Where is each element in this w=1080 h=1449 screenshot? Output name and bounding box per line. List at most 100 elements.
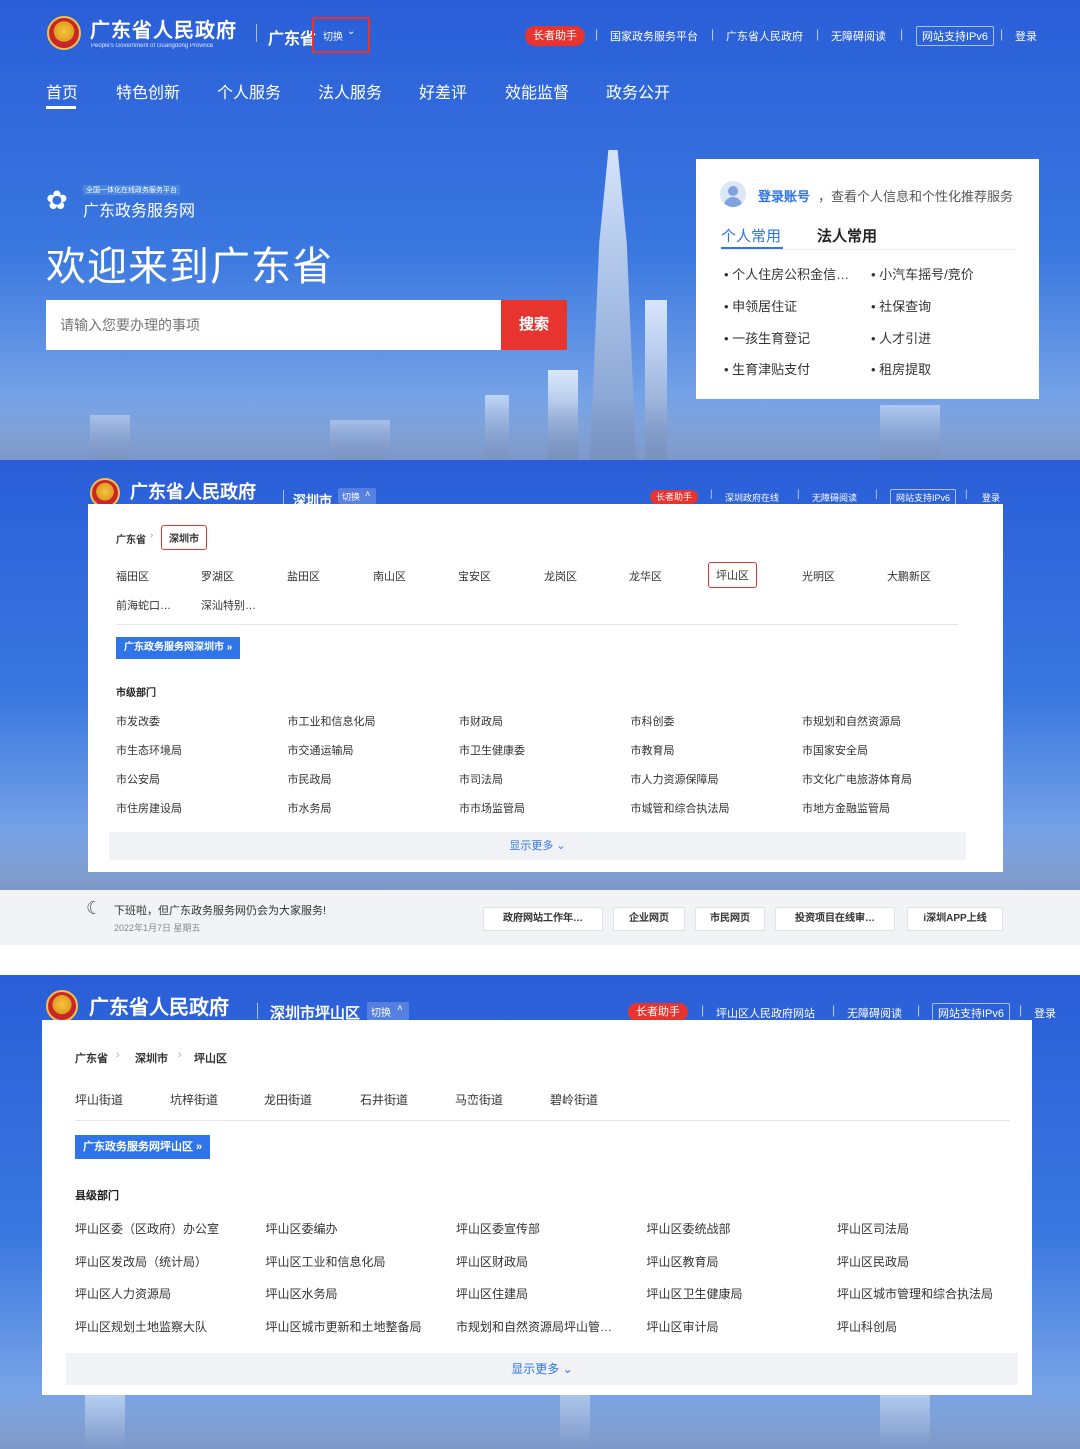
accessibility-link[interactable]: 无障碍阅读 [831,28,886,44]
dept-item[interactable]: 坪山区住建局 [456,1285,528,1302]
dept-item[interactable]: 市卫生健康委 [459,742,525,758]
province-gov-link[interactable]: 广东省人民政府 [726,28,803,44]
dept-item[interactable]: 坪山区委统战部 [647,1220,731,1237]
dept-item[interactable]: 坪山区人力资源局 [75,1285,171,1302]
nav-home[interactable]: 首页 [46,79,78,103]
login-link[interactable]: 登录 [982,491,1000,504]
search-input[interactable] [46,300,501,350]
dept-item[interactable]: 坪山区教育局 [647,1253,719,1270]
street-item[interactable]: 坑梓街道 [170,1091,218,1108]
accessibility-link[interactable]: 无障碍阅读 [812,491,857,504]
dept-item[interactable]: 坪山区民政局 [837,1253,909,1270]
switch-region-button[interactable]: 切换 ˄ [367,1002,409,1020]
service-item[interactable]: • 生育津贴支付 [724,359,810,378]
district-item[interactable]: 深汕特别… [201,597,256,613]
nav-features[interactable]: 特色创新 [116,79,180,103]
switch-region-button[interactable]: 切换 ⌄ [312,17,370,53]
show-more-button[interactable]: 显示更多 ⌄ [109,832,966,860]
dept-item[interactable]: 市民政局 [288,771,332,787]
dept-item[interactable]: 市公安局 [116,771,160,787]
street-item[interactable]: 龙田街道 [264,1091,312,1108]
dept-item[interactable]: 市水务局 [288,800,332,816]
login-account-link[interactable]: 登录账号 [758,186,810,205]
accessibility-link[interactable]: 无障碍阅读 [847,1005,902,1021]
breadcrumb-city[interactable]: 深圳市 [161,525,207,550]
quick-link[interactable]: 政府网站工作年… [483,907,603,931]
district-item[interactable]: 龙岗区 [544,568,577,584]
nav-legal[interactable]: 法人服务 [318,79,382,103]
dept-item[interactable]: 市交通运输局 [288,742,354,758]
service-item[interactable]: • 小汽车摇号/竞价 [871,264,974,283]
dept-item[interactable]: 市规划和自然资源局 [802,713,901,729]
dept-item[interactable]: 坪山区卫生健康局 [647,1285,743,1302]
national-platform-link[interactable]: 国家政务服务平台 [610,28,698,44]
search-button[interactable]: 搜索 [501,300,567,350]
sz-gov-link[interactable]: 深圳政府在线 [725,491,779,504]
district-item[interactable]: 罗湖区 [201,568,234,584]
dept-item[interactable]: 坪山区司法局 [837,1220,909,1237]
quick-link[interactable]: 市民网页 [695,907,765,931]
street-item[interactable]: 马峦街道 [455,1091,503,1108]
login-link[interactable]: 登录 [1015,28,1037,44]
dept-item[interactable]: 市科创委 [631,713,675,729]
nav-supervision[interactable]: 效能监督 [505,79,569,103]
district-item[interactable]: 光明区 [802,568,835,584]
dept-item[interactable]: 市人力资源保障局 [631,771,719,787]
dept-item[interactable]: 坪山区规划土地监察大队 [75,1318,207,1335]
pingshan-gov-link[interactable]: 坪山区人民政府网站 [716,1005,815,1021]
dept-item[interactable]: 市财政局 [459,713,503,729]
nav-rating[interactable]: 好差评 [419,79,467,103]
site-brand[interactable]: 广东省人民政府 [90,14,237,43]
service-item[interactable]: • 租房提取 [871,359,931,378]
dept-item[interactable]: 市地方金融监管局 [802,800,890,816]
dept-item[interactable]: 坪山区审计局 [647,1318,719,1335]
portal-button[interactable]: 广东政务服务网深圳市 » [116,637,241,659]
dept-item[interactable]: 市国家安全局 [802,742,868,758]
breadcrumb-city[interactable]: 深圳市 [135,1050,168,1066]
dept-item[interactable]: 市教育局 [631,742,675,758]
dept-item[interactable]: 坪山区委编办 [266,1220,338,1237]
tab-personal[interactable]: 个人常用 [721,225,781,246]
district-item-selected[interactable]: 坪山区 [708,562,757,588]
dept-item[interactable]: 市城管和综合执法局 [631,800,730,816]
street-item[interactable]: 坪山街道 [75,1091,123,1108]
dept-item[interactable]: 坪山区工业和信息化局 [266,1253,386,1270]
quick-link[interactable]: 企业网页 [613,907,685,931]
show-more-button[interactable]: 显示更多 ⌄ [66,1353,1018,1385]
dept-item[interactable]: 市发改委 [116,713,160,729]
dept-item[interactable]: 市司法局 [459,771,503,787]
district-item[interactable]: 大鹏新区 [887,568,931,584]
site-brand[interactable]: 广东省人民政府 [130,478,256,504]
portal-button[interactable]: 广东政务服务网坪山区 » [75,1135,211,1159]
elder-assistant-button[interactable]: 长者助手 [628,1003,688,1021]
switch-region-button[interactable]: 切换 ˄ [338,488,376,504]
dept-item[interactable]: 市规划和自然资源局坪山管… [456,1318,612,1335]
ipv6-badge[interactable]: 网站支持IPv6 [916,26,995,46]
service-item[interactable]: • 个人住房公积金信… [724,264,849,283]
tab-legal[interactable]: 法人常用 [817,225,877,246]
district-item[interactable]: 盐田区 [287,568,320,584]
quick-link[interactable]: i深圳APP上线 [907,907,1003,931]
service-item[interactable]: • 人才引进 [871,328,931,347]
street-item[interactable]: 石井街道 [360,1091,408,1108]
elder-assistant-button[interactable]: 长者助手 [650,490,699,504]
quick-link[interactable]: 投资项目在线审… [775,907,895,931]
district-item[interactable]: 福田区 [116,568,149,584]
dept-item[interactable]: 坪山区城市更新和土地整备局 [266,1318,422,1335]
dept-item[interactable]: 坪山区发改局（统计局） [75,1253,207,1270]
service-item[interactable]: • 社保查询 [871,296,931,315]
nav-personal[interactable]: 个人服务 [217,79,281,103]
street-item[interactable]: 碧岭街道 [550,1091,598,1108]
breadcrumb-district[interactable]: 坪山区 [194,1050,227,1066]
dept-item[interactable]: 市住房建设局 [116,800,182,816]
dept-item[interactable]: 坪山区水务局 [266,1285,338,1302]
dept-item[interactable]: 坪山科创局 [837,1318,897,1335]
dept-item[interactable]: 坪山区财政局 [456,1253,528,1270]
district-item[interactable]: 龙华区 [629,568,662,584]
service-item[interactable]: • 申领居住证 [724,296,797,315]
elder-assistant-button[interactable]: 长者助手 [525,26,585,46]
breadcrumb-province[interactable]: 广东省 [116,531,146,546]
site-brand[interactable]: 广东省人民政府 [89,991,229,1020]
dept-item[interactable]: 坪山区委（区政府）办公室 [75,1220,219,1237]
dept-item[interactable]: 市文化广电旅游体育局 [802,771,912,787]
